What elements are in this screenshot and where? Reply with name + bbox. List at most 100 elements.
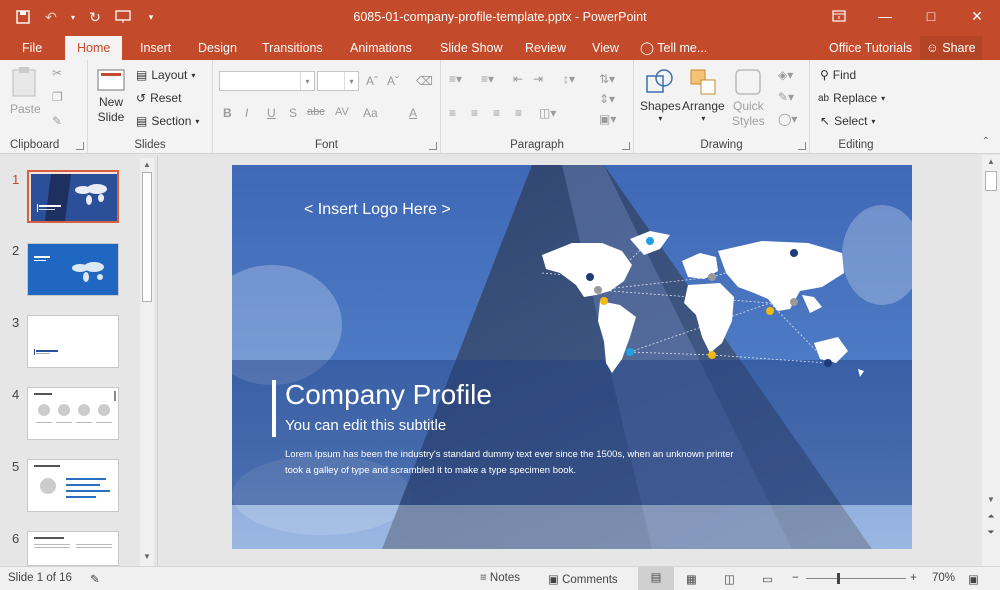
- bullets-icon[interactable]: ≡▾: [449, 72, 462, 86]
- tab-slide-show[interactable]: Slide Show: [430, 36, 513, 60]
- account-name[interactable]: Office Tutorials: [829, 36, 912, 60]
- paragraph-launcher-icon[interactable]: [622, 142, 630, 150]
- scroll-down-icon[interactable]: ▼: [984, 495, 998, 507]
- slide-subtitle[interactable]: You can edit this subtitle: [285, 417, 446, 434]
- slide-body-text-line1[interactable]: Lorem Ipsum has been the industry's stan…: [285, 449, 734, 460]
- spell-check-icon[interactable]: ✎: [90, 572, 100, 586]
- collapse-ribbon-icon[interactable]: ⌃: [982, 136, 990, 147]
- shape-outline-icon[interactable]: ✎▾: [778, 90, 794, 104]
- tell-me-box[interactable]: ◯ Tell me...: [640, 36, 707, 60]
- zoom-slider[interactable]: [806, 578, 906, 579]
- new-slide-button[interactable]: New Slide: [96, 66, 126, 124]
- ribbon-display-options-icon[interactable]: [816, 0, 862, 32]
- next-slide-icon[interactable]: ⏷: [984, 527, 998, 538]
- notes-button[interactable]: ≡ Notes: [480, 572, 520, 584]
- strikethrough-button[interactable]: abc: [307, 106, 325, 118]
- arrange-button[interactable]: Arrange ▾: [682, 66, 725, 123]
- tab-design[interactable]: Design: [188, 36, 247, 60]
- tab-animations[interactable]: Animations: [340, 36, 422, 60]
- scroll-thumb[interactable]: [985, 171, 997, 191]
- shape-fill-icon[interactable]: ◈▾: [778, 68, 793, 82]
- quick-styles-button[interactable]: Quick Styles: [732, 66, 765, 128]
- font-size-dropdown[interactable]: ▾: [317, 71, 359, 91]
- scroll-up-icon[interactable]: ▲: [984, 157, 998, 169]
- reset-button[interactable]: ↺ Reset: [136, 91, 181, 105]
- slide-thumbnail-2[interactable]: [27, 243, 119, 296]
- share-button[interactable]: ☺ Share: [920, 36, 982, 60]
- slide-thumbnail-6[interactable]: [27, 531, 119, 566]
- layout-button[interactable]: ▤ Layout ▾: [136, 68, 195, 82]
- shape-effects-icon[interactable]: ◯▾: [778, 112, 797, 126]
- smartart-icon[interactable]: ▣▾: [599, 112, 616, 126]
- tab-review[interactable]: Review: [515, 36, 576, 60]
- slide-thumbnail-5[interactable]: [27, 459, 119, 512]
- tab-view[interactable]: View: [582, 36, 629, 60]
- line-spacing-icon[interactable]: ↕▾: [563, 72, 575, 86]
- font-name-dropdown[interactable]: ▾: [219, 71, 315, 91]
- increase-indent-icon[interactable]: ⇥: [533, 72, 543, 86]
- scroll-thumb[interactable]: [142, 172, 152, 302]
- slideshow-view-icon[interactable]: ▭: [762, 572, 773, 586]
- fit-to-window-icon[interactable]: ▣: [968, 572, 979, 586]
- clipboard-launcher-icon[interactable]: [76, 142, 84, 150]
- paste-button[interactable]: Paste: [10, 66, 41, 116]
- find-button[interactable]: ⚲ Find: [820, 68, 856, 82]
- maximize-icon[interactable]: □: [908, 0, 954, 32]
- share-label: Share: [942, 41, 976, 55]
- align-right-icon[interactable]: ≡: [493, 106, 500, 120]
- bold-button[interactable]: B: [223, 106, 232, 120]
- font-launcher-icon[interactable]: [429, 142, 437, 150]
- close-icon[interactable]: ✕: [954, 0, 1000, 32]
- shadow-button[interactable]: S: [289, 106, 297, 120]
- logo-placeholder[interactable]: < Insert Logo Here >: [304, 201, 451, 219]
- slide-sorter-icon[interactable]: ▦: [686, 572, 697, 586]
- reading-view-icon[interactable]: ◫: [724, 572, 735, 586]
- zoom-slider-thumb[interactable]: [837, 573, 840, 584]
- slide-canvas[interactable]: < Insert Logo Here > Company Profile You…: [232, 165, 912, 549]
- shapes-button[interactable]: Shapes ▾: [640, 66, 681, 123]
- previous-slide-icon[interactable]: ⏶: [984, 511, 998, 522]
- align-text-icon[interactable]: ⇕▾: [599, 92, 615, 106]
- zoom-in-icon[interactable]: +: [910, 572, 917, 584]
- italic-button[interactable]: I: [245, 106, 248, 120]
- change-case-button[interactable]: Aa: [363, 106, 378, 120]
- character-spacing-button[interactable]: AV: [335, 106, 349, 118]
- tab-home[interactable]: Home: [65, 36, 123, 60]
- increase-font-icon[interactable]: Aˆ: [366, 74, 378, 88]
- copy-icon[interactable]: ❐: [52, 90, 63, 104]
- decrease-indent-icon[interactable]: ⇤: [513, 72, 523, 86]
- slide-body-text-line2[interactable]: took a galley of type and scrambled it t…: [285, 465, 576, 476]
- columns-icon[interactable]: ◫▾: [539, 106, 556, 120]
- text-direction-icon[interactable]: ⇅▾: [599, 72, 615, 86]
- scroll-down-icon[interactable]: ▼: [140, 552, 154, 564]
- underline-button[interactable]: U: [267, 106, 276, 120]
- tab-transitions[interactable]: Transitions: [252, 36, 333, 60]
- slide-thumbnail-1[interactable]: [27, 170, 119, 223]
- zoom-out-icon[interactable]: −: [792, 572, 799, 584]
- justify-icon[interactable]: ≡: [515, 106, 522, 120]
- thumbnail-scrollbar[interactable]: ▲ ▼: [140, 158, 154, 566]
- numbering-icon[interactable]: ≡▾: [481, 72, 494, 86]
- slide-title[interactable]: Company Profile: [285, 379, 492, 411]
- editor-scrollbar[interactable]: ▲ ▼ ⏶ ⏷: [982, 155, 1000, 566]
- zoom-level[interactable]: 70%: [932, 572, 955, 584]
- tab-file[interactable]: File: [12, 36, 52, 60]
- clear-formatting-icon[interactable]: ⌫: [416, 74, 433, 88]
- select-button[interactable]: ↖ Select ▾: [820, 114, 875, 128]
- decrease-font-icon[interactable]: Aˇ: [387, 74, 399, 88]
- format-painter-icon[interactable]: ✎: [52, 114, 62, 128]
- font-color-button[interactable]: A: [409, 106, 417, 120]
- drawing-launcher-icon[interactable]: [798, 142, 806, 150]
- tab-insert[interactable]: Insert: [130, 36, 181, 60]
- slide-thumbnail-4[interactable]: [27, 387, 119, 440]
- section-button[interactable]: ▤ Section ▾: [136, 114, 199, 128]
- align-center-icon[interactable]: ≡: [471, 106, 478, 120]
- replace-button[interactable]: ab Replace ▾: [818, 91, 885, 105]
- minimize-icon[interactable]: —: [862, 0, 908, 32]
- comments-button[interactable]: ▣ Comments: [548, 572, 618, 586]
- slide-thumbnail-3[interactable]: [27, 315, 119, 368]
- align-left-icon[interactable]: ≡: [449, 106, 456, 120]
- cut-icon[interactable]: ✂: [52, 66, 62, 80]
- normal-view-icon[interactable]: ▤: [638, 567, 674, 590]
- scroll-up-icon[interactable]: ▲: [140, 160, 154, 172]
